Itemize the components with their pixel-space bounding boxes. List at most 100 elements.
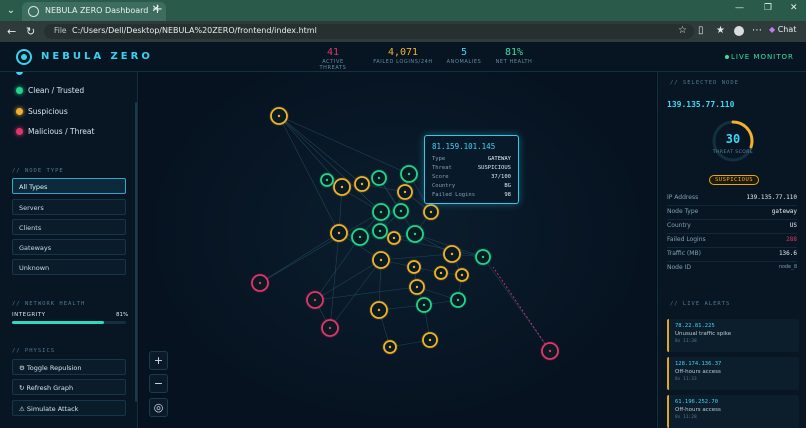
refresh-icon[interactable]: ↻ — [26, 25, 35, 38]
node-core — [428, 338, 432, 342]
tooltip-row: Score 37/100 — [432, 173, 511, 182]
url-field[interactable]: File C:/Users/Dell/Desktop/NEBULA%20ZERO… — [44, 24, 694, 39]
graph-node[interactable] — [406, 259, 422, 275]
filter-gateways[interactable]: Gateways — [12, 239, 126, 255]
graph-node[interactable] — [421, 331, 439, 349]
graph-edge — [278, 115, 363, 185]
node-core — [340, 185, 344, 189]
node-core — [392, 236, 396, 240]
live-alerts-title: // LIVE ALERTS — [670, 301, 731, 307]
stat-anomalies: 5 ANOMALIES — [444, 47, 484, 65]
close-window-icon[interactable]: ✕ — [790, 3, 798, 13]
node-core — [377, 176, 381, 180]
graph-svg[interactable] — [139, 72, 656, 428]
info-value: 136.6 — [778, 250, 797, 257]
alert-message: Off-hours access — [675, 407, 721, 413]
node-core — [328, 326, 332, 330]
star-icon[interactable]: ☆ — [678, 25, 687, 36]
selected-node-title: // SELECTED NODE — [670, 80, 739, 86]
right-panel: // SELECTED NODE 139.135.77.110 30 THREA… — [657, 72, 806, 428]
toggle-repulsion-button[interactable]: ⚙ Toggle Repulsion — [12, 359, 126, 375]
recenter-button[interactable]: ◎ — [149, 398, 168, 417]
graph-node[interactable] — [370, 169, 388, 187]
legend-label: Malicious / Threat — [28, 127, 95, 136]
graph-node[interactable] — [353, 175, 371, 193]
simulate-attack-button[interactable]: ⚠ Simulate Attack — [12, 400, 126, 416]
graph-edge — [314, 259, 382, 301]
info-row-node-type: Node Type gateway — [667, 206, 797, 220]
graph-node[interactable] — [371, 250, 391, 270]
alert-item[interactable]: 128.174.136.37 Off-hours access 8s 11:33 — [667, 357, 799, 390]
graph-node[interactable] — [329, 223, 349, 243]
browser-tab[interactable]: NEBULA ZERO Dashboard ✕ — [22, 2, 166, 21]
alert-item[interactable]: 78.22.81.225 Unusual traffic spike 8s 11… — [667, 319, 799, 352]
graph-node[interactable] — [386, 230, 402, 246]
stat-active-threats: 41 ACTIVE THREATS — [308, 47, 358, 71]
tooltip-value: 98 — [504, 192, 511, 198]
filter-clients[interactable]: Clients — [12, 219, 126, 235]
zoom-in-button[interactable]: + — [149, 351, 168, 370]
node-core — [415, 285, 419, 289]
split-screen-icon[interactable]: ▯ — [698, 25, 704, 36]
graph-node[interactable] — [392, 202, 410, 220]
graph-node[interactable] — [305, 290, 325, 310]
info-key: Node Type — [667, 208, 699, 215]
graph-node[interactable] — [405, 224, 425, 244]
graph-node[interactable] — [269, 106, 289, 126]
sidebar-scrollbar[interactable] — [135, 102, 137, 402]
maximize-icon[interactable]: ❐ — [764, 3, 772, 13]
favorites-icon[interactable]: ★ — [716, 25, 725, 36]
profile-avatar[interactable] — [734, 26, 744, 36]
graph-node[interactable] — [474, 248, 492, 266]
stat-label: NET HEALTH — [495, 59, 533, 65]
graph-node[interactable] — [422, 203, 440, 221]
back-icon[interactable]: ← — [7, 25, 16, 38]
graph-node[interactable] — [454, 267, 470, 283]
graph-node[interactable] — [433, 265, 449, 281]
stat-failed-logins: 4,071 FAILED LOGINS/24H — [370, 47, 436, 65]
threat-score-label: THREAT SCORE — [712, 150, 754, 155]
node-core — [413, 232, 417, 236]
graph-node[interactable] — [408, 278, 426, 296]
gear-icon: ⚙ — [19, 364, 25, 372]
filter-servers[interactable]: Servers — [12, 199, 126, 215]
graph-node[interactable] — [250, 273, 270, 293]
graph-node[interactable] — [371, 202, 391, 222]
tab-menu-icon[interactable]: ⌄ — [3, 3, 19, 18]
graph-node[interactable] — [396, 183, 414, 201]
graph-node[interactable] — [320, 318, 340, 338]
filter-unknown[interactable]: Unknown — [12, 259, 126, 275]
copilot-chat-button[interactable]: ◆ Chat — [769, 25, 796, 34]
tooltip-key: Country — [432, 183, 456, 189]
zoom-out-button[interactable]: − — [149, 374, 168, 393]
physics-title: // PHYSICS — [12, 348, 56, 354]
more-icon[interactable]: ⋯ — [752, 25, 762, 36]
graph-node[interactable] — [399, 164, 419, 184]
graph-node[interactable] — [350, 227, 370, 247]
info-key: Node ID — [667, 264, 691, 271]
alert-item[interactable]: 61.196.252.70 Off-hours access 8s 11:28 — [667, 395, 799, 428]
alert-message: Unusual traffic spike — [675, 331, 732, 337]
network-graph[interactable]: + − ◎ 81.159.101.145 Type GATEWAY Threat S… — [139, 72, 656, 428]
graph-node[interactable] — [382, 339, 398, 355]
graph-edge — [278, 115, 382, 213]
info-value: 288 — [786, 236, 797, 243]
network-health-title: // NETWORK HEALTH — [12, 301, 86, 307]
new-tab-button[interactable]: + — [152, 3, 163, 17]
filter-all-types[interactable]: All Types — [12, 178, 126, 194]
node-core — [377, 308, 381, 312]
copilot-icon: ◆ — [769, 25, 776, 34]
legend-dot — [16, 72, 23, 75]
graph-node[interactable] — [449, 291, 467, 309]
graph-node[interactable] — [540, 341, 560, 361]
graph-node[interactable] — [332, 177, 352, 197]
alert-ip: 128.174.136.37 — [675, 361, 722, 367]
tooltip-ip: 81.159.101.145 — [432, 142, 496, 151]
graph-node[interactable] — [369, 300, 389, 320]
warning-icon: ⚠ — [19, 405, 25, 413]
minimize-icon[interactable]: — — [735, 3, 744, 13]
stat-value: 5 — [460, 47, 468, 58]
graph-node[interactable] — [442, 244, 462, 264]
refresh-graph-button[interactable]: ↻ Refresh Graph — [12, 379, 126, 395]
graph-node[interactable] — [415, 296, 433, 314]
